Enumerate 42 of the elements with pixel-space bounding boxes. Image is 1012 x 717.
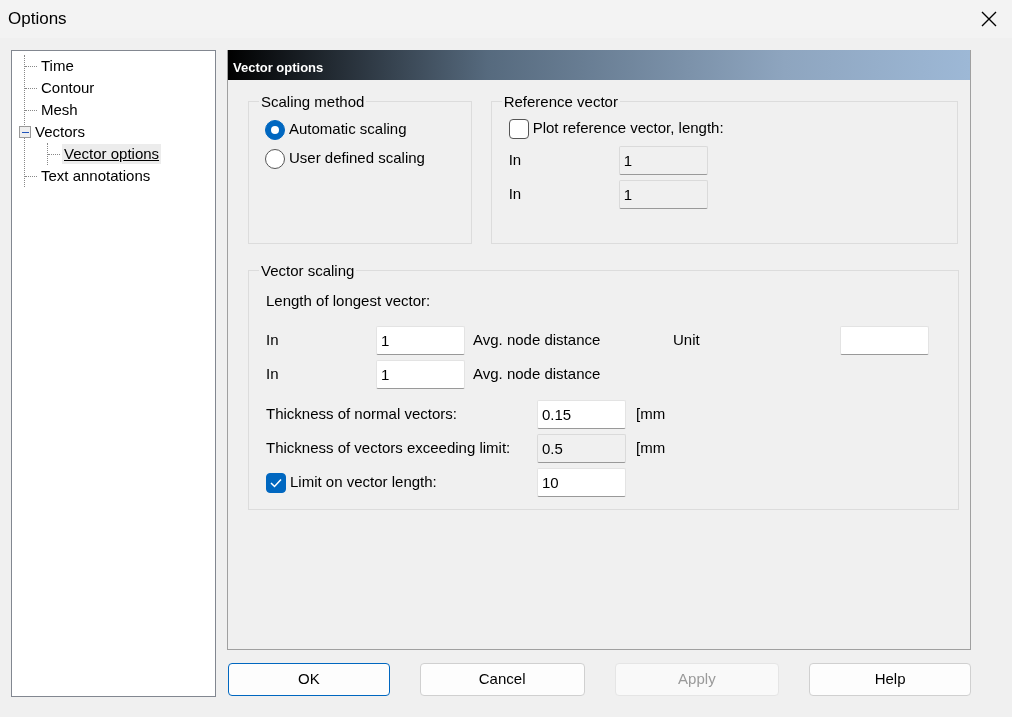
- input-field[interactable]: 1: [376, 326, 465, 355]
- group-title: Reference vector: [502, 94, 619, 109]
- input-field[interactable]: [840, 326, 929, 355]
- radio-label[interactable]: Automatic scaling: [289, 118, 407, 141]
- group-title: Scaling method: [260, 94, 366, 109]
- field-label: In: [508, 183, 523, 204]
- tree-item[interactable]: Time: [39, 56, 76, 76]
- check-icon: [270, 477, 282, 488]
- unit-label: Avg. node distance: [473, 330, 602, 351]
- checkbox[interactable]: [508, 118, 529, 139]
- radio-label[interactable]: User defined scaling: [289, 147, 425, 170]
- dialog-button[interactable]: Cancel: [419, 663, 585, 696]
- dialog-button[interactable]: OK: [228, 663, 390, 696]
- input-field[interactable]: 0.15: [537, 400, 626, 429]
- collapse-toggle[interactable]: [19, 126, 31, 138]
- unit-label: Avg. node distance: [473, 364, 602, 385]
- input-field[interactable]: 1: [376, 360, 465, 389]
- unit-label: [mm: [636, 404, 666, 425]
- input-field[interactable]: 10: [537, 468, 626, 497]
- group-title: Vector scaling: [260, 263, 356, 278]
- field-label: In: [266, 330, 280, 351]
- checkbox-label[interactable]: Plot reference vector, length:: [532, 117, 724, 140]
- dialog-button[interactable]: Help: [809, 663, 971, 696]
- field-label: In: [508, 149, 523, 170]
- window-title: Options: [8, 8, 67, 31]
- radio-button[interactable]: [265, 119, 285, 140]
- tree-item[interactable]: Vector options: [62, 144, 162, 164]
- field-label: Thickness of vectors exceeding limit:: [266, 438, 511, 459]
- checkbox[interactable]: [266, 472, 286, 493]
- tree-item[interactable]: Mesh: [39, 100, 80, 120]
- checkbox-label[interactable]: Limit on vector length:: [290, 471, 437, 494]
- close-icon: [981, 11, 997, 27]
- radio-button[interactable]: [265, 148, 285, 169]
- field-label: Unit: [673, 330, 701, 351]
- field-label: In: [266, 364, 280, 385]
- tree-item[interactable]: Vectors: [33, 122, 88, 142]
- field-label: Thickness of normal vectors:: [266, 404, 457, 425]
- tree-item[interactable]: Contour: [39, 78, 97, 98]
- tree-item[interactable]: Text annotations: [39, 166, 153, 186]
- panel-header: Vector options: [228, 50, 970, 80]
- unit-label: [mm: [636, 438, 666, 459]
- section-label: Length of longest vector:: [266, 291, 432, 311]
